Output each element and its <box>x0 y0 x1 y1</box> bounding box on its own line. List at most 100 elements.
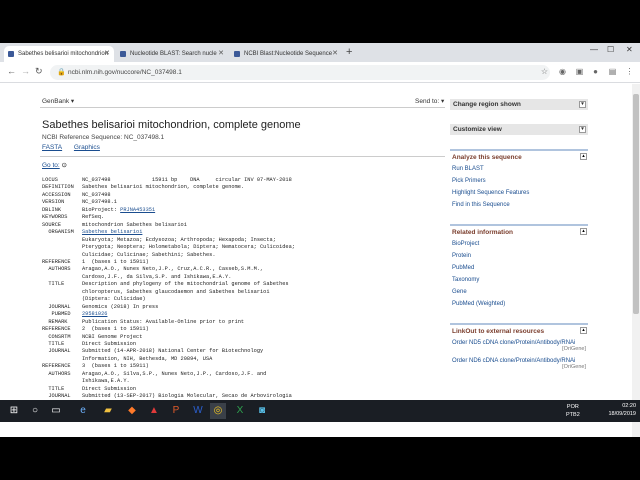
flatfile-line: ACCESSION NC_037498 <box>42 192 295 199</box>
file-explorer-icon[interactable]: ▰ <box>100 403 116 419</box>
flatfile-value: Submitted (13-SEP-2017) Biologia Molecul… <box>82 393 292 400</box>
flatfile-key: TITLE <box>42 340 65 347</box>
language-indicator[interactable]: POR PTB2 <box>566 403 580 419</box>
pubmed-weighted-link[interactable]: PubMed (Weighted) <box>450 299 588 311</box>
taxonomy-link[interactable]: Taxonomy <box>450 275 588 287</box>
flatfile-link[interactable]: Sabethes belisarioi <box>82 229 142 235</box>
edge-icon[interactable]: e <box>75 403 91 419</box>
customize-view-toggle[interactable]: Customize view ▾ <box>450 124 588 135</box>
flatfile-line: AUTHORS Aragao,A.O., Silva,S.P., Nunes Ne… <box>42 371 295 378</box>
minimize-icon[interactable]: — <box>590 45 598 54</box>
flatfile-key: CONSRTM <box>42 333 71 340</box>
flatfile-value: Direct Submission <box>82 385 137 392</box>
change-region-toggle[interactable]: Change region shown ▾ <box>450 99 588 110</box>
tab-title: Nucleotide BLAST: Search nucle <box>130 51 217 57</box>
pick-primers-link[interactable]: Pick Primers <box>450 176 588 188</box>
flatfile-key: REFERENCE <box>42 363 71 370</box>
menu-icon[interactable]: ⋮ <box>625 67 634 76</box>
goto-menu[interactable]: Go to: ⊙ <box>42 161 67 169</box>
database-selector[interactable]: GenBank ▾ <box>42 97 74 105</box>
flatfile-key: KEYWORDS <box>42 214 68 221</box>
clock-date: 18/09/2019 <box>608 411 636 417</box>
fasta-link[interactable]: FASTA <box>42 144 62 151</box>
run-blast-link[interactable]: Run BLAST <box>450 164 588 176</box>
new-tab-icon[interactable]: + <box>346 46 352 58</box>
tab-ncbi-blast[interactable]: NCBI Blast:Nucleotide Sequence ✕ <box>230 46 342 62</box>
acrobat-icon[interactable]: ▲ <box>146 403 162 419</box>
chrome-icon[interactable]: ◎ <box>210 403 226 419</box>
flatfile-line: ORGANISM Sabethes belisarioi <box>42 229 295 236</box>
flatfile-key: TITLE <box>42 385 65 392</box>
start-icon[interactable]: ⊞ <box>6 403 22 419</box>
bioproject-link[interactable]: BioProject <box>450 239 588 251</box>
flatfile-line: LOCUS NC_037498 15911 bp DNA circular INV… <box>42 177 295 184</box>
flatfile-line: TITLE Direct Submission <box>42 341 295 348</box>
flatfile-line: PUBMED 29581026 <box>42 311 295 318</box>
close-window-icon[interactable]: ✕ <box>626 45 633 54</box>
address-bar[interactable]: 🔒 ncbi.nlm.nih.gov/nuccore/NC_037498.1 <box>50 65 550 80</box>
flatfile-key: ORGANISM <box>42 229 74 236</box>
extension-icon[interactable]: ▣ <box>575 67 584 76</box>
sidebar: Change region shown ▾ Customize view ▾ A… <box>450 99 588 382</box>
collapse-icon[interactable]: ▴ <box>580 327 587 334</box>
gene-link[interactable]: Gene <box>450 287 588 299</box>
order-nd5-link[interactable]: Order ND5 cDNA clone/Protein/Antibody/RN… <box>450 338 588 346</box>
word-icon[interactable]: W <box>190 403 206 419</box>
back-icon[interactable]: ← <box>7 66 16 76</box>
collapse-icon[interactable]: ▴ <box>580 153 587 160</box>
database-label: GenBank <box>42 98 70 105</box>
task-view-icon[interactable]: ▭ <box>48 403 64 419</box>
flatfile-key: SOURCE <box>42 221 62 228</box>
flatfile-value: Direct Submission <box>82 340 137 347</box>
pubmed-link[interactable]: PubMed <box>450 263 588 275</box>
app-icon[interactable]: ◆ <box>124 403 140 419</box>
app-icon[interactable]: ◙ <box>254 403 270 419</box>
send-to-menu[interactable]: Send to: ▾ <box>415 97 444 105</box>
scrollbar-thumb[interactable] <box>633 94 639 314</box>
page-content: GenBank ▾ Send to: ▾ Sabethes belisarioi… <box>0 84 632 437</box>
tab-nucleotide-blast[interactable]: Nucleotide BLAST: Search nucle ✕ <box>116 46 228 62</box>
tab-sabethes[interactable]: Sabethes belisarioi mitochondrion ✕ <box>4 46 114 62</box>
close-icon[interactable]: ✕ <box>218 49 224 57</box>
flatfile-link[interactable]: PRJNA453351 <box>120 207 155 213</box>
order-nd6-link[interactable]: Order ND6 cDNA clone/Protein/Antibody/RN… <box>450 356 588 364</box>
find-in-sequence-link[interactable]: Find in this Sequence <box>450 200 588 212</box>
flatfile-line: Information, NIH, Bethesda, MD 20894, US… <box>42 356 295 363</box>
scrollbar[interactable] <box>632 84 640 437</box>
flatfile-link[interactable]: 29581026 <box>82 311 107 317</box>
account-icon[interactable]: ● <box>591 67 600 76</box>
flatfile-line: (Diptera: Culicidae) <box>42 296 295 303</box>
reload-icon[interactable]: ↻ <box>35 66 43 77</box>
flatfile-value: 2 (bases 1 to 15911) <box>82 326 149 333</box>
search-icon[interactable]: ○ <box>27 403 43 419</box>
close-icon[interactable]: ✕ <box>332 49 338 57</box>
collapse-icon[interactable]: ▴ <box>580 228 587 235</box>
flatfile-key: REFERENCE <box>42 326 71 333</box>
protein-link[interactable]: Protein <box>450 251 588 263</box>
flatfile-line: CONSRTM NCBI Genome Project <box>42 334 295 341</box>
extension-icon[interactable]: ▤ <box>608 67 617 76</box>
clock[interactable]: 02:20 18/09/2019 <box>608 402 636 418</box>
flatfile-line: REFERENCE 1 (bases 1 to 15911) <box>42 259 295 266</box>
graphics-link[interactable]: Graphics <box>74 144 100 151</box>
flatfile-line: Culicidae; Culicinae; Sabethini; Sabethe… <box>42 252 295 259</box>
section-heading: LinkOut to external resources <box>452 328 545 335</box>
excel-icon[interactable]: X <box>232 403 248 419</box>
extension-icon[interactable]: ◉ <box>558 67 567 76</box>
flatfile-value: Aragao,A.O., Silva,S.P., Nunes Neto,J.P.… <box>82 370 267 377</box>
maximize-icon[interactable]: ☐ <box>607 45 614 54</box>
flatfile-value: Pterygota; Neoptera; Holometabola; Dipte… <box>82 244 295 251</box>
powerpoint-icon[interactable]: P <box>168 403 184 419</box>
close-icon[interactable]: ✕ <box>104 49 110 57</box>
goto-label: Go to: <box>42 162 60 169</box>
chevron-down-icon: ⊙ <box>61 162 67 169</box>
forward-icon[interactable]: → <box>21 66 30 76</box>
star-icon[interactable]: ☆ <box>540 67 549 76</box>
divider <box>40 107 445 108</box>
origene-source[interactable]: [OriGene] <box>450 346 588 352</box>
chevron-down-icon: ▾ <box>579 126 586 133</box>
clock-time: 02:20 <box>622 403 636 409</box>
highlight-features-link[interactable]: Highlight Sequence Features <box>450 188 588 200</box>
origene-source[interactable]: [OriGene] <box>450 364 588 370</box>
flatfile-line: REFERENCE 2 (bases 1 to 15911) <box>42 326 295 333</box>
